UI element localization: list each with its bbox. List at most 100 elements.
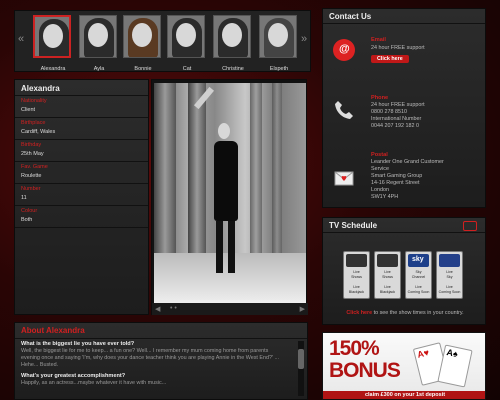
- field-value: 25th May: [21, 151, 44, 157]
- channel-card[interactable]: Live Shows Live Blackjack: [343, 251, 370, 299]
- channel-text: Blackjack: [348, 290, 365, 294]
- phone-line: 24 hour FREE support: [371, 102, 425, 108]
- thumb-alexandra[interactable]: [33, 15, 71, 58]
- channel-card[interactable]: sky Sky Channel Live Coming Soon: [405, 251, 432, 299]
- field-value: Client: [21, 107, 36, 113]
- tv-caption: Click here to see the show times in your…: [323, 310, 487, 316]
- field-label: Birthday: [21, 142, 42, 148]
- phone-line: 0800 278 8510: [371, 109, 407, 115]
- postal-line: SW1Y 4PH: [371, 194, 399, 200]
- channel-text: Blackjack: [379, 290, 396, 294]
- channel-text: Live: [353, 285, 360, 289]
- thumb-elspeth[interactable]: [259, 15, 297, 58]
- bonus-banner[interactable]: 150% BONUS A♥ A♠ claim £300 on your 1st …: [322, 332, 486, 400]
- field-label: Colour: [21, 208, 38, 214]
- field-label: Nationality: [21, 98, 47, 104]
- phone-icon: [333, 99, 355, 121]
- thumb-label: Cat: [182, 66, 192, 72]
- about-scrollbar[interactable]: [298, 341, 304, 396]
- channel-text: Sky: [415, 270, 422, 274]
- tv-schedule-panel: TV Schedule Live Shows Live Blackjack Li…: [322, 217, 486, 325]
- profile-field: Birthplace Cardiff, Wales: [15, 118, 148, 140]
- answer: Well, the biggest lie for me to keep... …: [21, 348, 280, 368]
- profile-field: Nationality Client: [15, 96, 148, 118]
- tv-click-here-link[interactable]: Click here: [346, 310, 372, 316]
- postal-line: 14-16 Regent Street: [371, 180, 420, 186]
- tv-title: TV Schedule: [323, 218, 485, 233]
- phone-line: International Number: [371, 116, 422, 122]
- profile-panel: Alexandra Nationality Client Birthplace Ca…: [14, 79, 149, 315]
- thumb-ayla[interactable]: [79, 15, 117, 58]
- sky-logo: sky: [412, 256, 424, 263]
- profile-photo: [154, 83, 306, 303]
- channel-card[interactable]: Live Shows Live Blackjack: [374, 251, 401, 299]
- chevron-left-icon[interactable]: «: [18, 33, 24, 45]
- thumb-christine[interactable]: [213, 15, 251, 58]
- chevron-right-icon[interactable]: »: [301, 33, 307, 45]
- postal-line: London: [371, 187, 389, 193]
- channel-text: Channel: [411, 275, 426, 279]
- tv-caption-text: to see the show times in your country.: [372, 310, 464, 316]
- bonus-percent: 150%: [329, 337, 380, 360]
- thumb-label: Elspeth: [269, 66, 289, 72]
- postal-line: Smart Gaming Group: [371, 173, 423, 179]
- postal-line: Leander One Grand Customer: [371, 159, 444, 165]
- email-title: Email: [371, 37, 386, 43]
- contact-email: @ Email 24 hour FREE support Click here: [323, 33, 487, 83]
- thumb-label: Bonnie: [134, 66, 152, 72]
- field-value: Roulette: [21, 173, 42, 179]
- profile-carousel: « » Alexandra Ayla Bonnie Cat Christine …: [14, 10, 311, 72]
- email-line: 24 hour FREE support: [371, 45, 425, 51]
- profile-field: Number 11: [15, 184, 148, 206]
- field-value: Cardiff, Wales: [21, 129, 56, 135]
- thumb-label: Alexandra: [40, 66, 66, 72]
- email-icon: @: [333, 39, 355, 61]
- contact-phone: Phone 24 hour FREE support 0800 278 8510…: [323, 93, 487, 143]
- field-label: Number: [21, 186, 41, 192]
- thumb-label: Christine: [222, 66, 244, 72]
- channel-text: Shows: [382, 275, 393, 279]
- photo-prev-icon[interactable]: ◀: [155, 305, 160, 313]
- about-panel: About Alexandra What is the biggest lie …: [14, 322, 308, 400]
- scrollbar-thumb[interactable]: [298, 349, 304, 369]
- answer: Happily, as an actress...maybe whatever …: [21, 380, 167, 386]
- postal-title: Postal: [371, 152, 388, 158]
- contact-postal: Postal Leander One Grand Customer Servic…: [323, 149, 487, 207]
- profile-photo-viewer: ◀ • • ▶: [151, 79, 308, 315]
- ace-spades-card: A♠: [437, 344, 473, 388]
- question: What is the biggest lie you have ever to…: [21, 341, 135, 347]
- contact-title: Contact Us: [323, 9, 485, 24]
- channel-text: Live: [446, 285, 453, 289]
- profile-field: Fav. Game Roulette: [15, 162, 148, 184]
- field-value: 11: [21, 195, 27, 201]
- postal-line: Service: [371, 166, 389, 172]
- channel-text: Live: [353, 270, 360, 274]
- envelope-icon: [333, 167, 355, 189]
- tv-icon: [463, 221, 477, 231]
- phone-line: 0044 207 192 182 0: [371, 123, 419, 129]
- profile-name: Alexandra: [15, 80, 148, 96]
- profile-field: Birthday 25th May: [15, 140, 148, 162]
- channel-text: Shows: [351, 275, 362, 279]
- thumb-bonnie[interactable]: [123, 15, 161, 58]
- photo-dots[interactable]: • •: [170, 305, 177, 312]
- email-click-here-button[interactable]: Click here: [371, 55, 409, 63]
- channel-text: Live: [415, 285, 422, 289]
- channel-text: Sky: [446, 275, 453, 279]
- photo-next-icon[interactable]: ▶: [300, 305, 305, 313]
- photo-nav: ◀ • • ▶: [152, 303, 308, 315]
- thumb-label: Ayla: [93, 66, 105, 72]
- channel-text: Live: [384, 270, 391, 274]
- channel-card[interactable]: Live Sky Live Coming Soon: [436, 251, 463, 299]
- channel-text: Coming Soon: [407, 290, 430, 294]
- question: What's your greatest accomplishment?: [21, 373, 126, 379]
- field-label: Birthplace: [21, 120, 46, 126]
- bonus-strip: claim £300 on your 1st deposit: [323, 391, 485, 399]
- field-label: Fav. Game: [21, 164, 48, 170]
- about-title: About Alexandra: [15, 323, 307, 339]
- channel-text: Live: [384, 285, 391, 289]
- thumb-cat[interactable]: [167, 15, 205, 58]
- channel-text: Live: [446, 270, 453, 274]
- phone-title: Phone: [371, 95, 389, 101]
- field-value: Both: [21, 217, 33, 223]
